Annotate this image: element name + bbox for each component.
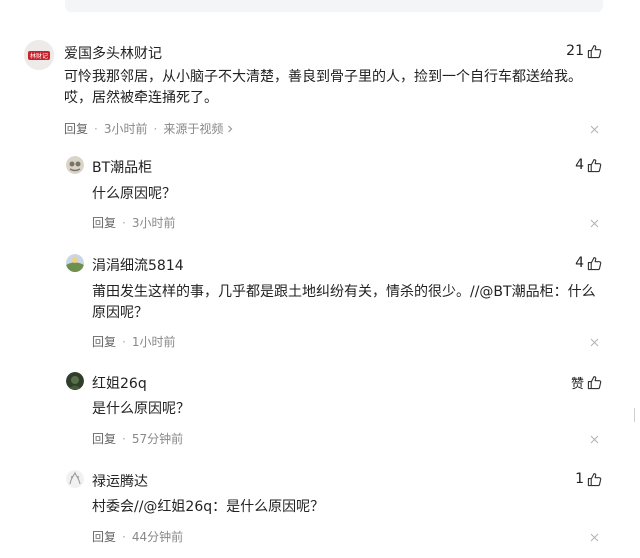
- avatar-image-icon: 林财记: [24, 40, 54, 70]
- like-count: 21: [566, 43, 584, 59]
- separator-dot: ·: [153, 121, 158, 136]
- avatar-image-icon: [66, 470, 84, 488]
- thumbs-up-icon: [587, 256, 602, 270]
- timestamp: 57分钟前: [131, 432, 184, 446]
- like-button[interactable]: 4: [575, 157, 602, 173]
- close-icon[interactable]: [590, 533, 599, 542]
- reply-button[interactable]: 回复: [92, 528, 116, 545]
- username[interactable]: 禄运腾达: [92, 471, 148, 491]
- like-count: 4: [575, 255, 584, 271]
- like-count: 赞: [570, 377, 584, 392]
- timestamp: 44分钟前: [131, 530, 184, 544]
- avatar-image-icon: [66, 156, 84, 174]
- comment-text: 什么原因呢？: [92, 186, 176, 202]
- chevron-right-icon: [228, 125, 233, 132]
- comment-top-level: 林财记 爱国多头林财记 21 可怜我那邻居，从小脑子不大清楚，善良到骨子里的人，…: [0, 0, 640, 150]
- close-icon[interactable]: [590, 125, 599, 134]
- avatar-image-icon: [66, 372, 84, 390]
- timestamp: 3小时前: [131, 216, 176, 230]
- close-icon[interactable]: [590, 435, 599, 444]
- separator-dot: ·: [122, 334, 126, 349]
- avatar[interactable]: [66, 254, 84, 272]
- comment-meta: 回复 · 3小时前 · 来源于视频: [64, 120, 234, 137]
- comment-text: 可怜我那邻居，从小脑子不大清楚，善良到骨子里的人，捡到一个自行车都送给我。哎，居…: [64, 69, 582, 106]
- thumbs-up-icon: [587, 158, 602, 172]
- reply-button[interactable]: 回复: [64, 120, 88, 137]
- avatar-image-icon: [66, 254, 84, 272]
- comment-meta: 回复 · 57分钟前: [92, 430, 183, 447]
- close-icon[interactable]: [590, 338, 599, 347]
- like-button[interactable]: 赞: [571, 373, 602, 392]
- username[interactable]: 涓涓细流5814: [92, 255, 184, 275]
- avatar[interactable]: [66, 470, 84, 488]
- like-count: 1: [575, 471, 584, 487]
- comment-thread: 林财记 爱国多头林财记 21 可怜我那邻居，从小脑子不大清楚，善良到骨子里的人，…: [0, 0, 640, 558]
- scroll-mark: [634, 408, 635, 422]
- reply-button[interactable]: 回复: [92, 430, 116, 447]
- source-label: 来源于视频: [163, 122, 224, 136]
- username[interactable]: 红姐26q: [92, 373, 147, 393]
- like-button[interactable]: 1: [575, 471, 602, 487]
- comment-meta: 回复 · 44分钟前: [92, 528, 183, 545]
- username[interactable]: 爱国多头林财记: [64, 43, 162, 63]
- separator-dot: ·: [122, 529, 126, 544]
- separator-dot: ·: [122, 215, 126, 230]
- timestamp: 1小时前: [131, 335, 176, 349]
- timestamp: 3小时前: [103, 122, 148, 136]
- reply-button[interactable]: 回复: [92, 333, 116, 350]
- separator-dot: ·: [122, 431, 126, 446]
- avatar[interactable]: [66, 372, 84, 390]
- avatar[interactable]: [66, 156, 84, 174]
- like-button[interactable]: 4: [575, 255, 602, 271]
- thumbs-up-icon: [587, 472, 602, 486]
- comment-meta: 回复 · 1小时前: [92, 333, 175, 350]
- like-button[interactable]: 21: [566, 43, 602, 59]
- source-link[interactable]: 来源于视频: [163, 120, 234, 137]
- separator-dot: ·: [94, 121, 98, 136]
- thumbs-up-icon: [587, 376, 602, 390]
- avatar-text: 林财记: [30, 52, 48, 60]
- close-icon[interactable]: [590, 219, 599, 228]
- reply-button[interactable]: 回复: [92, 214, 116, 231]
- comment-meta: 回复 · 3小时前: [92, 214, 175, 231]
- comment-text: 村委会//@红姐26q：是什么原因呢？: [92, 499, 325, 515]
- avatar[interactable]: 林财记: [24, 40, 54, 70]
- comment-text: 莆田发生这样的事，几乎都是跟土地纠纷有关，情杀的很少。//@BT潮品柜：什么原因…: [92, 284, 596, 321]
- comment-text: 是什么原因呢？: [92, 401, 190, 417]
- username[interactable]: BT潮品柜: [92, 157, 152, 177]
- like-count: 4: [575, 157, 584, 173]
- thumbs-up-icon: [587, 44, 602, 58]
